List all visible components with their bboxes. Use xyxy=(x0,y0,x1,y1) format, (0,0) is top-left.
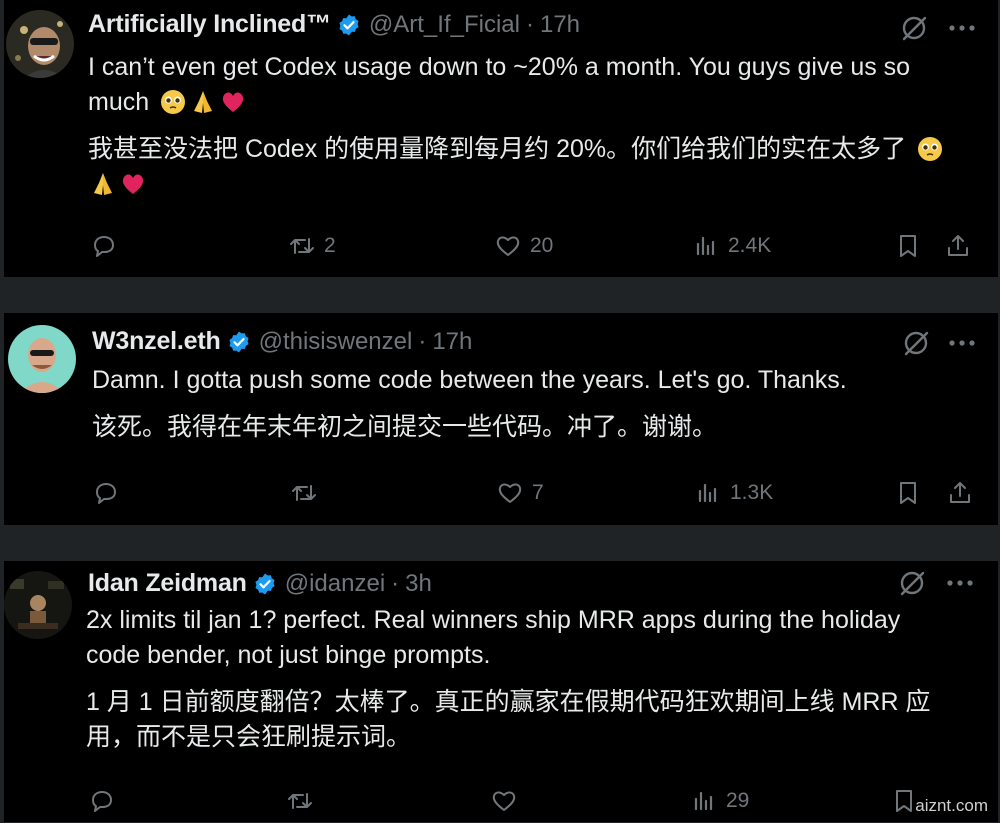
views-button[interactable]: 2.4K xyxy=(692,232,771,260)
retweet-button[interactable] xyxy=(290,479,318,507)
author-name[interactable]: W3nzel.eth xyxy=(92,327,221,356)
tweet-text-zh: 1 月 1 日前额度翻倍？太棒了。真正的赢家在假期代码狂欢期间上线 MRR 应用… xyxy=(86,688,931,751)
retweet-icon xyxy=(288,793,312,809)
more-icon[interactable] xyxy=(946,579,974,587)
retweet-icon xyxy=(292,485,316,501)
author-name[interactable]: Idan Zeidman xyxy=(88,569,247,598)
views-icon xyxy=(696,236,715,256)
reply-button[interactable] xyxy=(88,787,116,815)
bookmark-icon xyxy=(900,235,916,257)
views-count: 29 xyxy=(726,789,750,812)
timestamp[interactable]: 17h xyxy=(540,11,580,39)
verified-badge-icon xyxy=(255,573,275,594)
like-button[interactable]: 7 xyxy=(496,479,544,507)
separator-dot: · xyxy=(418,327,427,355)
bookmark-button[interactable] xyxy=(890,787,918,815)
timestamp[interactable]: 3h xyxy=(405,570,432,598)
retweet-button[interactable] xyxy=(286,787,314,815)
watermark: aiznt.com xyxy=(915,796,988,815)
verified-badge-icon xyxy=(339,14,359,35)
grok-icon[interactable] xyxy=(900,14,928,42)
action-bar: 29 xyxy=(4,787,998,823)
share-icon xyxy=(948,235,968,256)
tweet-text-en: I can’t even get Codex usage down to ~20… xyxy=(88,53,911,116)
retweet-icon xyxy=(290,238,314,254)
timestamp[interactable]: 17h xyxy=(432,328,472,356)
like-button[interactable] xyxy=(490,787,518,815)
separator-dot: · xyxy=(391,569,400,597)
action-bar: 7 1.3K xyxy=(4,479,998,515)
author-name[interactable]: Artificially Inclined™ xyxy=(88,10,331,39)
avatar[interactable] xyxy=(4,571,72,639)
share-button[interactable] xyxy=(946,479,974,507)
like-icon xyxy=(498,483,522,503)
bookmark-button[interactable] xyxy=(894,479,922,507)
views-button[interactable]: 1.3K xyxy=(694,479,773,507)
retweet-count: 2 xyxy=(324,234,336,257)
views-count: 1.3K xyxy=(730,481,774,504)
author-handle[interactable]: @idanzei xyxy=(285,570,385,598)
views-count: 2.4K xyxy=(728,234,772,257)
tweet-card[interactable]: Idan Zeidman @idanzei · 3h 2x limits til… xyxy=(4,561,998,822)
tweet-text-en: Damn. I gotta push some code between the… xyxy=(92,366,847,394)
share-icon xyxy=(950,482,970,503)
like-count: 7 xyxy=(532,481,544,504)
like-count: 20 xyxy=(530,234,554,257)
more-icon[interactable] xyxy=(948,24,976,32)
reply-icon xyxy=(92,791,112,812)
retweet-button[interactable]: 2 xyxy=(288,232,336,260)
like-icon xyxy=(496,236,520,256)
share-button[interactable] xyxy=(944,232,972,260)
like-icon xyxy=(492,791,516,811)
action-bar: 2 20 2.4K xyxy=(4,232,998,268)
tweet-card[interactable]: Artificially Inclined™ @Art_If_Ficial · … xyxy=(4,0,998,277)
bookmark-button[interactable] xyxy=(894,232,922,260)
author-handle[interactable]: @thisiswenzel xyxy=(259,328,413,356)
reply-icon xyxy=(96,483,116,504)
separator-dot: · xyxy=(525,10,534,38)
red-heart-emoji xyxy=(222,92,244,112)
folded-hands-emoji xyxy=(194,91,213,113)
views-icon xyxy=(694,791,713,811)
grok-icon[interactable] xyxy=(898,569,926,597)
bookmark-icon xyxy=(900,482,916,504)
avatar[interactable] xyxy=(6,10,74,78)
reply-icon xyxy=(94,236,114,257)
grok-icon[interactable] xyxy=(902,329,930,357)
reply-button[interactable] xyxy=(90,232,118,260)
views-icon xyxy=(698,483,717,503)
tweet-text-zh: 我甚至没法把 Codex 的使用量降到每月约 20%。你们给我们的实在太多了 xyxy=(88,132,968,202)
red-heart-emoji xyxy=(122,174,144,194)
tweet-card[interactable]: W3nzel.eth @thisiswenzel · 17h Damn. I g… xyxy=(4,313,998,525)
like-button[interactable]: 20 xyxy=(494,232,553,260)
verified-badge-icon xyxy=(228,331,249,352)
avatar[interactable] xyxy=(8,325,76,393)
pleading-face-emoji xyxy=(918,137,943,161)
more-icon[interactable] xyxy=(948,339,976,347)
tweet-text-en: 2x limits til jan 1? perfect. Real winne… xyxy=(86,606,901,669)
tweet-text-zh: 该死。我得在年末年初之间提交一些代码。冲了。谢谢。 xyxy=(92,413,718,441)
views-button[interactable]: 29 xyxy=(690,787,749,815)
folded-hands-emoji xyxy=(94,173,112,195)
pleading-face-emoji xyxy=(161,90,186,114)
author-handle[interactable]: @Art_If_Ficial xyxy=(369,11,520,39)
reply-button[interactable] xyxy=(92,479,120,507)
bookmark-icon xyxy=(896,790,912,812)
